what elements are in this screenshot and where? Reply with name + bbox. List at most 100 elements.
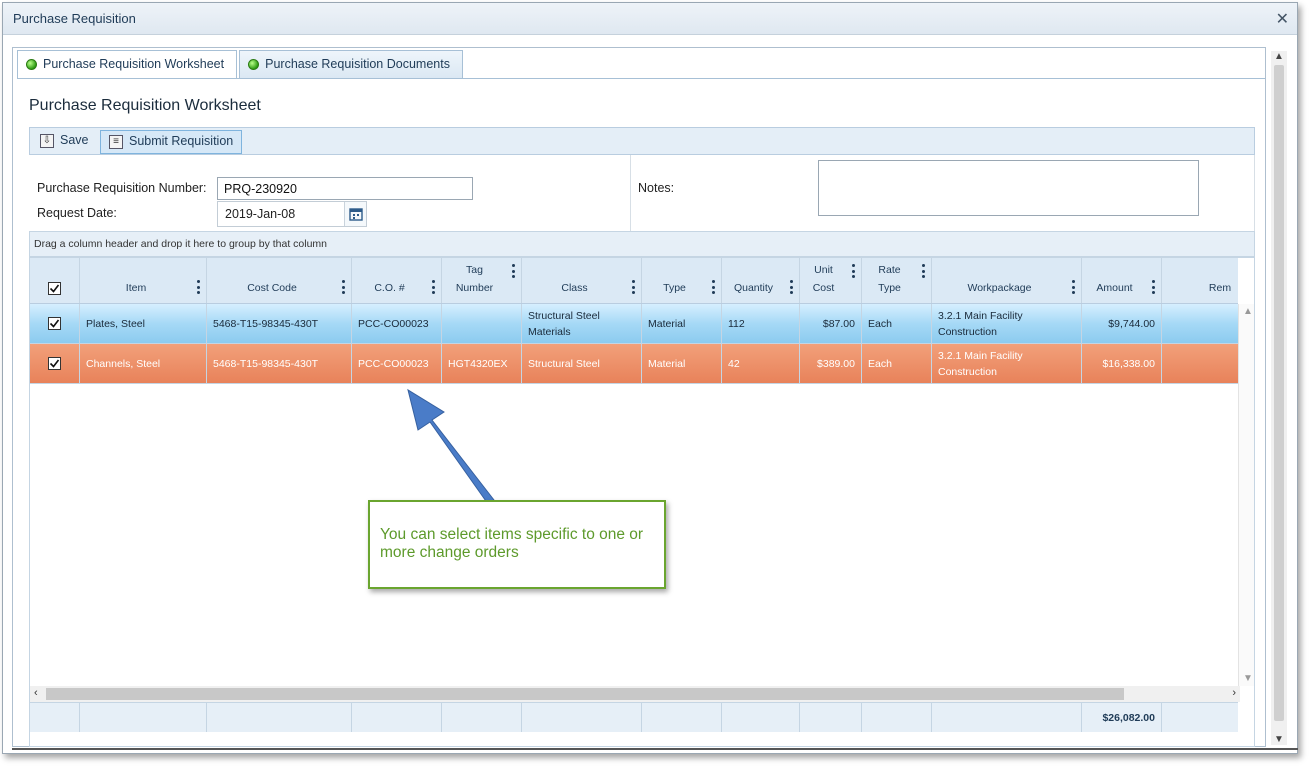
header-select-all[interactable] [30,258,80,303]
cell-amount: $16,338.00 [1082,344,1162,383]
header-item[interactable]: Item [80,258,207,303]
table-row[interactable]: Plates, Steel 5468-T15-98345-430T PCC-CO… [30,304,1238,344]
cell-co-number: PCC-CO00023 [352,344,442,383]
scroll-right-icon[interactable]: › [1232,687,1236,699]
document-icon: ≡ [109,135,123,149]
scroll-down-icon[interactable]: ▼ [1243,673,1253,684]
grid-footer: $26,082.00 [30,702,1238,732]
save-icon: ⇩ [40,134,54,148]
scroll-thumb[interactable] [46,688,1124,700]
header-label: Type [663,282,686,294]
cell-tag-number: HGT4320EX [442,344,522,383]
cell-workpackage: 3.2.1 Main Facility Construction [932,344,1082,383]
header-remarks[interactable]: Rem [1162,258,1238,303]
callout-text: You can select items specific to one or … [380,526,644,561]
footer-cell [442,703,522,732]
footer-cell [207,703,352,732]
grid-vertical-scrollbar[interactable]: ▲ ▼ [1238,304,1254,686]
column-menu-icon[interactable] [852,264,855,278]
page-title: Purchase Requisition Worksheet [29,97,261,114]
cell-class: Structural Steel [522,344,642,383]
row-checkbox[interactable] [48,317,61,330]
column-menu-icon[interactable] [1072,280,1075,294]
close-icon[interactable]: ✕ [1276,9,1289,29]
column-menu-icon[interactable] [790,280,793,294]
footer-cell [932,703,1082,732]
header-label: Rem [1208,282,1232,294]
scroll-thumb[interactable] [1274,65,1284,721]
header-label: Item [125,282,147,294]
scroll-left-icon[interactable]: ‹ [34,687,38,699]
header-class[interactable]: Class [522,258,642,303]
column-menu-icon[interactable] [432,280,435,294]
status-dot-icon [248,59,260,70]
cell-rate-type: Each [862,344,932,383]
header-workpackage[interactable]: Workpackage [932,258,1082,303]
notes-label: Notes: [638,181,675,195]
cell-workpackage: 3.2.1 Main Facility Construction [932,304,1082,343]
row-select-cell[interactable] [30,344,80,383]
request-date-label: Request Date: [37,206,117,220]
header-label: Rate Type [878,264,901,294]
callout-box: You can select items specific to one or … [368,500,666,589]
footer-cell [722,703,800,732]
footer-cell [522,703,642,732]
cell-cost-code: 5468-T15-98345-430T [207,304,352,343]
cell-co-number: PCC-CO00023 [352,304,442,343]
tab-worksheet[interactable]: Purchase Requisition Worksheet [17,50,238,79]
header-type[interactable]: Type [642,258,722,303]
cell-cost-code: 5468-T15-98345-430T [207,344,352,383]
footer-cell [80,703,207,732]
column-menu-icon[interactable] [197,280,200,294]
select-all-checkbox[interactable] [48,282,61,295]
grid-horizontal-scrollbar[interactable]: ‹ › [30,686,1240,702]
header-amount[interactable]: Amount [1082,258,1162,303]
header-unit-cost[interactable]: Unit Cost [800,258,862,303]
row-checkbox[interactable] [48,357,61,370]
footer-total-amount: $26,082.00 [1082,703,1162,732]
cell-quantity: 112 [722,304,800,343]
requisition-form: Purchase Requisition Number: Request Dat… [29,155,1255,231]
cell-quantity: 42 [722,344,800,383]
column-menu-icon[interactable] [632,280,635,294]
cell-unit-cost: $389.00 [800,344,862,383]
column-menu-icon[interactable] [342,280,345,294]
calendar-icon[interactable] [344,202,366,226]
table-row[interactable]: Channels, Steel 5468-T15-98345-430T PCC-… [30,344,1238,384]
cell-unit-cost: $87.00 [800,304,862,343]
content-panel: Purchase Requisition Worksheet Purchase … [12,47,1266,747]
column-menu-icon[interactable] [922,264,925,278]
tab-documents[interactable]: Purchase Requisition Documents [239,50,463,78]
scroll-down-icon[interactable]: ▼ [1274,734,1284,745]
tab-strip: Purchase Requisition Worksheet Purchase … [17,50,465,79]
header-label: Amount [1096,282,1133,294]
column-menu-icon[interactable] [512,264,515,278]
request-date-field[interactable]: 2019-Jan-08 [225,207,295,221]
save-button[interactable]: ⇩ Save [32,130,97,154]
header-rate-type[interactable]: Rate Type [862,258,932,303]
column-menu-icon[interactable] [1152,280,1155,294]
footer-cell [800,703,862,732]
cell-type: Material [642,304,722,343]
dialog-scrollbar[interactable]: ▲ ▼ [1271,51,1287,745]
header-co-number[interactable]: C.O. # [352,258,442,303]
header-quantity[interactable]: Quantity [722,258,800,303]
scroll-up-icon[interactable]: ▲ [1274,51,1284,62]
cell-amount: $9,744.00 [1082,304,1162,343]
footer-cell [642,703,722,732]
group-by-bar[interactable]: Drag a column header and drop it here to… [29,231,1255,257]
submit-label: Submit Requisition [129,134,234,148]
header-cost-code[interactable]: Cost Code [207,258,352,303]
row-select-cell[interactable] [30,304,80,343]
header-tag-number[interactable]: Tag Number [442,258,522,303]
notes-field[interactable] [818,160,1199,216]
submit-requisition-button[interactable]: ≡ Submit Requisition [100,130,243,154]
footer-cell [352,703,442,732]
requisition-number-field[interactable] [217,177,473,200]
column-menu-icon[interactable] [712,280,715,294]
header-label: Class [561,282,588,294]
form-right-panel: Notes: [634,155,1255,231]
toolbar: ⇩ Save ≡ Submit Requisition [29,127,1255,155]
scroll-up-icon[interactable]: ▲ [1243,306,1253,317]
cell-item: Channels, Steel [80,344,207,383]
